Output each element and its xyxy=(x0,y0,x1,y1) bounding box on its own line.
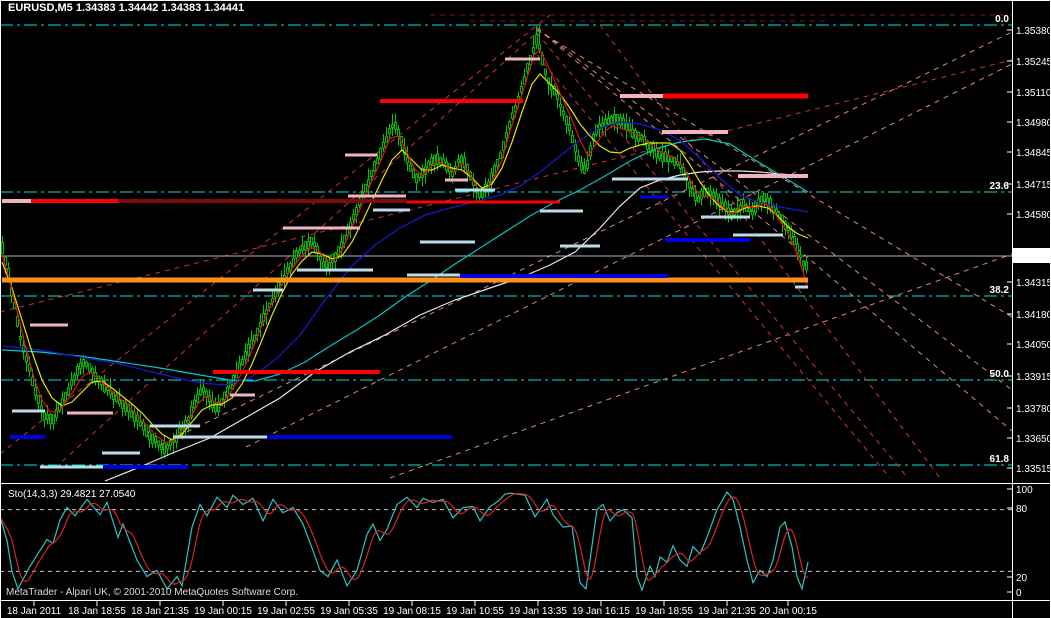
fib-labels: 0.0 23.6 38.2 50.0 61.8 xyxy=(990,14,1010,465)
svg-text:19 Jan 13:35: 19 Jan 13:35 xyxy=(509,606,567,617)
candles xyxy=(1,26,807,458)
ohlc-header: EURUSD,M5 1.34383 1.34442 1.34383 1.3444… xyxy=(8,2,244,14)
svg-text:19 Jan 10:55: 19 Jan 10:55 xyxy=(446,606,504,617)
svg-text:1.34845: 1.34845 xyxy=(1016,148,1051,159)
stochastic-panel xyxy=(0,492,1012,590)
svg-text:19 Jan 21:35: 19 Jan 21:35 xyxy=(698,606,756,617)
svg-text:20: 20 xyxy=(1016,573,1028,584)
svg-text:1.34180: 1.34180 xyxy=(1016,310,1051,321)
svg-text:18 Jan 18:55: 18 Jan 18:55 xyxy=(68,606,126,617)
fibonacci-levels xyxy=(0,25,1012,465)
svg-text:23.6: 23.6 xyxy=(990,181,1010,192)
svg-text:1.35245: 1.35245 xyxy=(1016,57,1051,68)
svg-text:19 Jan 00:15: 19 Jan 00:15 xyxy=(194,606,252,617)
svg-text:61.8: 61.8 xyxy=(990,454,1010,465)
svg-text:1.35380: 1.35380 xyxy=(1016,26,1051,37)
time-axis: 18 Jan 2011 18 Jan 18:55 18 Jan 21:35 19 Ja… xyxy=(7,600,818,617)
svg-text:1.34580: 1.34580 xyxy=(1016,210,1051,221)
chart-canvas[interactable]: 1.35380 1.35245 1.35110 1.34980 1.34845 1.347… xyxy=(0,0,1051,618)
trendlines xyxy=(0,15,1012,478)
current-price-tag: 1.34441 xyxy=(1016,252,1051,263)
svg-text:19 Jan 08:15: 19 Jan 08:15 xyxy=(383,606,441,617)
svg-text:18 Jan 2011: 18 Jan 2011 xyxy=(7,606,62,617)
svg-text:1.34050: 1.34050 xyxy=(1016,340,1051,351)
price-axis: 1.35380 1.35245 1.35110 1.34980 1.34845 1.347… xyxy=(1007,26,1051,475)
svg-text:19 Jan 05:35: 19 Jan 05:35 xyxy=(320,606,378,617)
svg-text:1.34980: 1.34980 xyxy=(1016,118,1051,129)
svg-text:0.0: 0.0 xyxy=(995,14,1009,25)
svg-text:38.2: 38.2 xyxy=(990,285,1010,296)
svg-text:1.33515: 1.33515 xyxy=(1016,464,1051,475)
main-chart-area xyxy=(0,15,1012,481)
svg-text:1.35110: 1.35110 xyxy=(1016,88,1051,99)
svg-text:1.33650: 1.33650 xyxy=(1016,434,1051,445)
svg-text:1.33780: 1.33780 xyxy=(1016,404,1051,415)
svg-text:1.33915: 1.33915 xyxy=(1016,372,1051,383)
stochastic-label: Sto(14,3,3) 29.4821 27.0540 xyxy=(8,489,136,500)
window-frame xyxy=(0,0,1051,618)
svg-text:19 Jan 02:55: 19 Jan 02:55 xyxy=(257,606,315,617)
svg-text:1.34715: 1.34715 xyxy=(1016,180,1051,191)
mt4-chart-window: 1.35380 1.35245 1.35110 1.34980 1.34845 1.347… xyxy=(0,0,1051,618)
svg-text:80: 80 xyxy=(1016,504,1028,515)
stochastic-scale: 100 80 20 0 xyxy=(1007,485,1033,599)
svg-text:20 Jan 00:15: 20 Jan 00:15 xyxy=(759,606,817,617)
svg-text:19 Jan 18:55: 19 Jan 18:55 xyxy=(635,606,693,617)
copyright: MetaTrader - Alpari UK, © 2001-2010 Meta… xyxy=(6,587,298,598)
svg-text:0: 0 xyxy=(1016,588,1022,599)
svg-text:100: 100 xyxy=(1016,485,1033,496)
generated-chart-layers: 1.35380 1.35245 1.35110 1.34980 1.34845 1.347… xyxy=(0,0,1051,618)
svg-text:18 Jan 21:35: 18 Jan 21:35 xyxy=(131,606,189,617)
svg-text:1.34315: 1.34315 xyxy=(1016,278,1051,289)
svg-text:50.0: 50.0 xyxy=(990,369,1010,380)
svg-text:19 Jan 16:15: 19 Jan 16:15 xyxy=(572,606,630,617)
